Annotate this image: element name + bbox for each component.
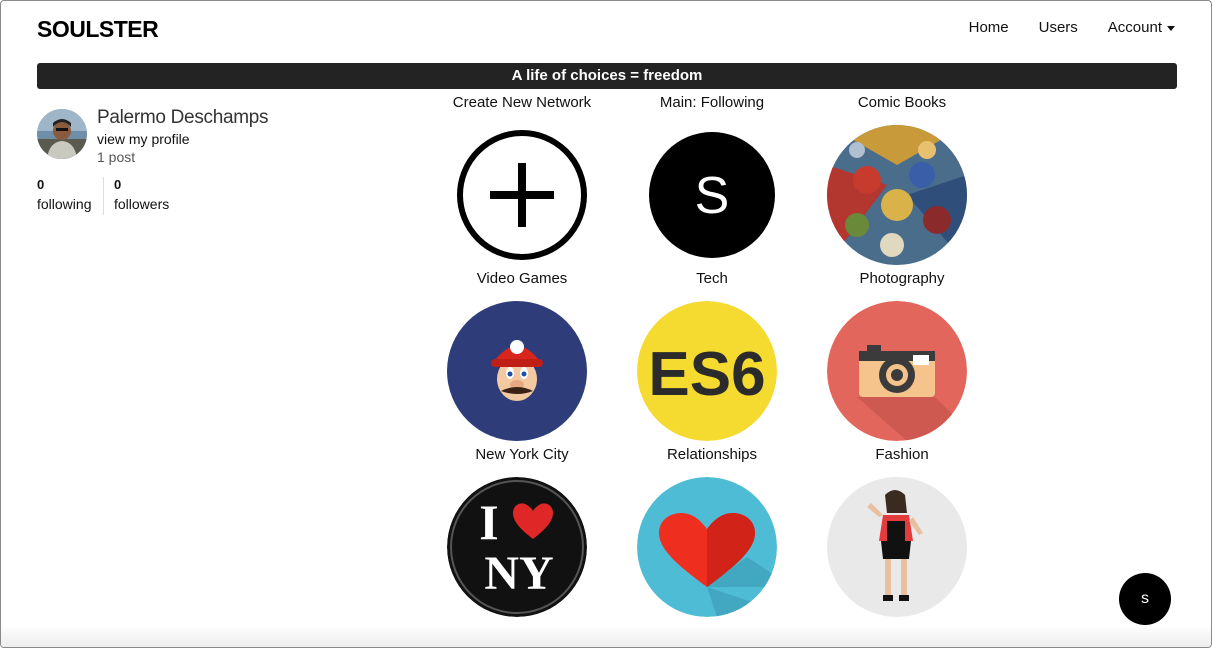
- followers-label: followers: [114, 196, 170, 212]
- network-label-photography[interactable]: Photography: [807, 270, 997, 287]
- fashion-model-image[interactable]: [827, 477, 967, 617]
- network-label-comics[interactable]: Comic Books: [807, 94, 997, 111]
- network-label-relationships[interactable]: Relationships: [617, 446, 807, 463]
- es6-logo-text: ES6: [648, 340, 765, 409]
- network-label-main[interactable]: Main: Following: [617, 94, 807, 111]
- plus-circle-icon[interactable]: [452, 125, 592, 265]
- motto-banner: A life of choices = freedom: [37, 63, 1177, 89]
- nav-account-label: Account: [1107, 19, 1162, 36]
- network-label-nyc[interactable]: New York City: [427, 446, 617, 463]
- network-label-video-games[interactable]: Video Games: [427, 270, 617, 287]
- app-window: SOULSTER Home Users Account A life of ch…: [0, 0, 1212, 648]
- comic-heroes-image[interactable]: [827, 125, 967, 265]
- camera-icon[interactable]: [827, 301, 967, 441]
- nav-users[interactable]: Users: [1039, 19, 1078, 36]
- bottom-fade: [1, 625, 1211, 647]
- following-label: following: [37, 196, 92, 212]
- stat-divider: [103, 177, 104, 215]
- ny-logo-ny: NY: [484, 547, 553, 600]
- floating-action-button[interactable]: s: [1119, 573, 1171, 625]
- ny-logo-i: I: [479, 494, 498, 550]
- network-label-fashion[interactable]: Fashion: [807, 446, 997, 463]
- es6-logo[interactable]: ES6: [637, 301, 777, 441]
- chevron-down-icon: [1167, 25, 1175, 31]
- avatar[interactable]: [37, 109, 87, 159]
- s-logo-glyph: S: [695, 167, 730, 225]
- followers-stat[interactable]: 0 followers: [114, 177, 169, 212]
- top-nav: Home Users Account: [969, 19, 1175, 36]
- nav-home[interactable]: Home: [969, 19, 1009, 36]
- brand-logo[interactable]: SOULSTER: [37, 16, 159, 43]
- following-stat[interactable]: 0 following: [37, 177, 91, 212]
- network-label-create[interactable]: Create New Network: [427, 94, 617, 111]
- followers-count: 0: [114, 177, 122, 192]
- i-love-ny-logo[interactable]: I NY: [447, 477, 587, 617]
- network-label-tech[interactable]: Tech: [617, 270, 807, 287]
- profile-name[interactable]: Palermo Deschamps: [97, 107, 269, 129]
- nav-account[interactable]: Account: [1108, 19, 1175, 36]
- view-profile-link[interactable]: view my profile: [97, 131, 190, 147]
- following-count: 0: [37, 177, 45, 192]
- mario-image[interactable]: [447, 301, 587, 441]
- post-count: 1 post: [97, 149, 136, 165]
- heart-icon[interactable]: [637, 477, 777, 617]
- s-logo-icon[interactable]: S: [642, 125, 782, 265]
